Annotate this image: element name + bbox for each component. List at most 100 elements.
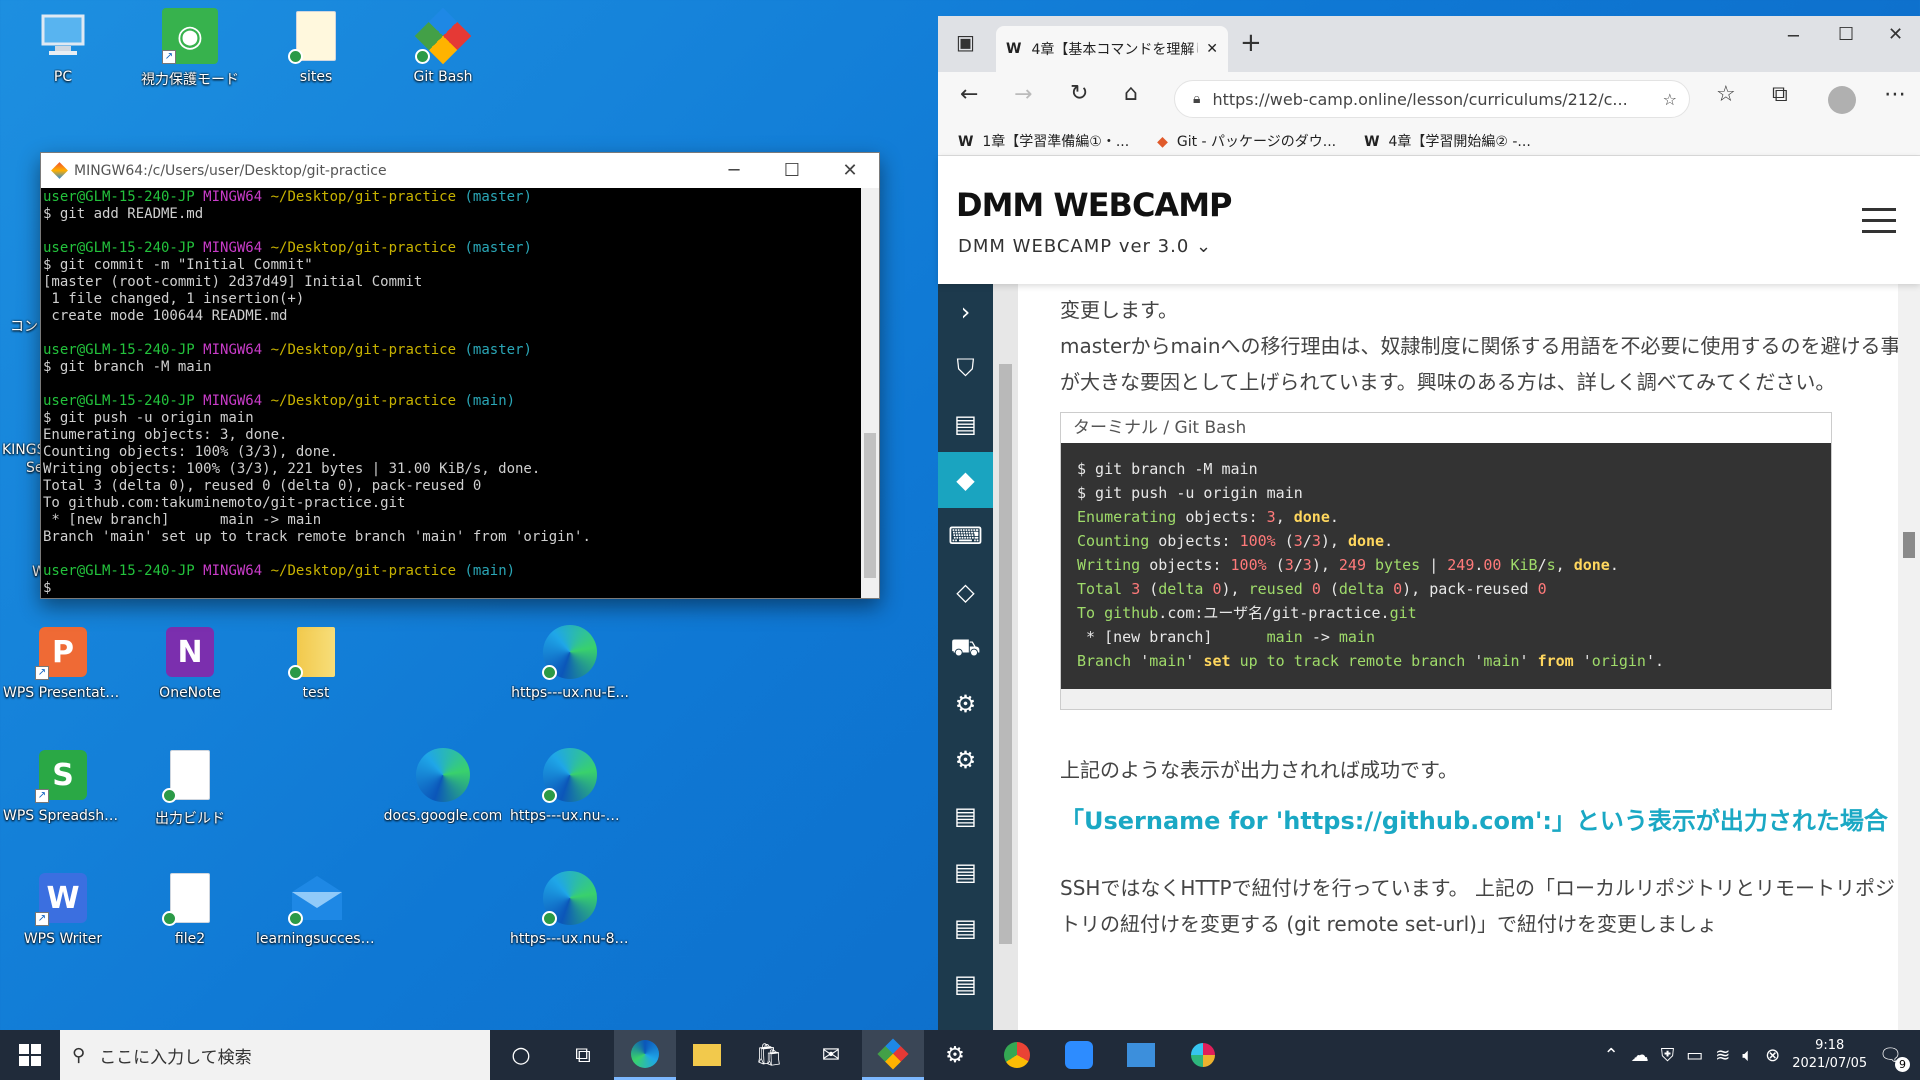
desktop-icon-git-bash[interactable]: Git Bash <box>387 7 499 85</box>
gear-icon[interactable]: ⚙ <box>938 676 993 732</box>
minimize-button[interactable]: ─ <box>705 160 763 181</box>
terminal-line: user@GLM-15-240-JP MINGW64 ~/Desktop/git… <box>43 393 516 409</box>
tab-active[interactable]: W 4章【基本コマンドを理解しよう (リモ- ✕ <box>996 26 1228 72</box>
shield-icon[interactable]: ⛉ <box>938 340 993 396</box>
settings-icon[interactable]: ⚙ <box>924 1030 986 1080</box>
gears-icon[interactable]: ⚙ <box>938 732 993 788</box>
code-icon[interactable]: ⌨ <box>938 508 993 564</box>
article-icon[interactable]: ▤ <box>938 900 993 956</box>
wifi-icon[interactable]: ≋ <box>1715 1045 1730 1066</box>
refresh-button[interactable]: ↻ <box>1070 81 1088 106</box>
chevron-up-icon[interactable]: ⌃ <box>1604 1045 1619 1066</box>
desktop-icon-partial-kings[interactable]: KINGS <box>2 442 46 458</box>
photos-icon[interactable] <box>1110 1030 1172 1080</box>
desktop-icon-learningsuccess[interactable]: learningsuccess... <box>256 870 376 947</box>
taskbar-search[interactable]: ⚲ ここに入力して検索 <box>60 1030 490 1080</box>
file-explorer-icon[interactable] <box>676 1030 738 1080</box>
store-icon[interactable]: 🛍︎ <box>738 1030 800 1080</box>
desktop-icon-onenote[interactable]: N OneNote <box>134 624 246 701</box>
desktop-icon-file2[interactable]: file2 <box>134 870 246 947</box>
add-favorite-icon[interactable]: ☆ <box>1663 90 1677 109</box>
cloud-icon[interactable]: ☁ <box>1631 1045 1649 1066</box>
chrome-icon[interactable] <box>986 1030 1048 1080</box>
window-minimize-button[interactable]: ─ <box>1788 26 1799 47</box>
notification-center-icon[interactable]: 🗨︎ 9 <box>1879 1045 1910 1072</box>
desktop-icon-wps-writer[interactable]: W ↗ WPS Writer <box>7 870 119 947</box>
bookmark-item[interactable]: ◆ Git - パッケージのダウ... <box>1157 131 1336 151</box>
desktop-icon-wps-spreadsheets[interactable]: S ↗ WPS Spreadsheets <box>3 747 123 824</box>
version-selector[interactable]: DMM WEBCAMP ver 3.0 ⌄ <box>958 236 1212 257</box>
profile-avatar[interactable] <box>1828 86 1856 114</box>
cortana-icon[interactable]: ○ <box>490 1030 552 1080</box>
code-content[interactable]: $ git branch -M main $ git push -u origin… <box>1061 443 1831 689</box>
site-logo[interactable]: DMM WEBCAMP <box>956 186 1232 224</box>
new-tab-button[interactable]: + <box>1240 28 1262 58</box>
terminal-titlebar[interactable]: MINGW64:/c/Users/user/Desktop/git-practi… <box>41 153 879 188</box>
security-icon[interactable]: ⛨ <box>1661 1045 1675 1066</box>
clock-time: 9:18 <box>1815 1038 1845 1053</box>
collections-icon[interactable]: ⧉ <box>1772 82 1788 107</box>
slack-icon[interactable] <box>1172 1030 1234 1080</box>
code-line: Branch 'main' set up to track remote bra… <box>1077 652 1665 670</box>
expand-sidebar-icon[interactable]: › <box>938 284 993 340</box>
edge-browser-window: ▣ W 4章【基本コマンドを理解しよう (リモ- ✕ + ─ ☐ ✕ ← → ↻… <box>938 16 1920 1030</box>
code-line: $ git push -u origin main <box>1077 484 1303 502</box>
desktop-icon-wps-presentation[interactable]: P ↗ WPS Presentation <box>3 624 123 701</box>
article-icon[interactable]: ▤ <box>938 844 993 900</box>
maximize-button[interactable]: ☐ <box>763 160 821 181</box>
desktop-icon-eye-protect[interactable]: ◉ ↗ 視力保護モード <box>134 8 246 89</box>
edge-icon <box>542 870 598 926</box>
mail-icon[interactable]: ✉ <box>800 1030 862 1080</box>
favorites-icon[interactable]: ☆ <box>1716 82 1736 107</box>
file-icon <box>162 870 218 926</box>
desktop-icon-edge-link-2[interactable]: https---ux.nu-N4... <box>510 747 630 824</box>
start-button[interactable] <box>0 1030 60 1080</box>
desktop-icon-edge-link-3[interactable]: https---ux.nu-8n... <box>510 870 630 947</box>
wps-spreadsheets-icon: S ↗ <box>35 747 91 803</box>
window-maximize-button[interactable]: ☐ <box>1838 24 1854 45</box>
battery-icon[interactable]: ▭ <box>1686 1045 1703 1066</box>
git-icon: ◆ <box>1157 133 1168 150</box>
url-field[interactable]: 🔒︎ https://web-camp.online/lesson/curric… <box>1174 80 1690 118</box>
terminal-line: $ <box>43 580 60 596</box>
taskbar-git-bash-icon[interactable] <box>862 1030 924 1080</box>
back-button[interactable]: ← <box>960 82 978 107</box>
paragraph: SSHではなくHTTPで紐付けを行っています。 上記の「ローカルリポジトリとリモ… <box>1060 876 1895 936</box>
desktop-icon-test[interactable]: test <box>260 624 372 701</box>
article-icon[interactable]: ▤ <box>938 396 993 452</box>
tab-favicon: W <box>1006 41 1022 57</box>
task-view-icon[interactable]: ⧉ <box>552 1030 614 1080</box>
page-scrollbar[interactable] <box>1898 284 1920 1030</box>
git-bash-window[interactable]: MINGW64:/c/Users/user/Desktop/git-practi… <box>40 152 880 599</box>
code-hscrollbar[interactable] <box>1061 689 1831 709</box>
window-close-button[interactable]: ✕ <box>1888 24 1903 45</box>
article-icon[interactable]: ▤ <box>938 788 993 844</box>
gem-icon[interactable]: ◇ <box>938 564 993 620</box>
desktop-icon-edge-link-1[interactable]: https---ux.nu-E... <box>511 624 629 701</box>
tab-actions-icon[interactable]: ▣ <box>956 30 975 54</box>
bookmark-item[interactable]: W 4章【学習開始編② -... <box>1364 131 1531 151</box>
ime-icon[interactable]: ⊗ <box>1765 1045 1780 1066</box>
terminal-output[interactable]: user@GLM-15-240-JP MINGW64 ~/Desktop/git… <box>41 188 861 598</box>
home-button[interactable]: ⌂ <box>1124 81 1138 106</box>
sidebar-scrollbar[interactable] <box>993 284 1018 1030</box>
desktop-icon-pc[interactable]: PC <box>7 8 119 85</box>
desktop-icon-docs-google[interactable]: docs.google.com <box>384 747 502 824</box>
desktop-icon-sites[interactable]: sites <box>260 8 372 85</box>
volume-icon[interactable]: 🔈︎ <box>1742 1045 1753 1066</box>
close-button[interactable]: ✕ <box>821 160 879 181</box>
taskbar-edge-icon[interactable] <box>614 1030 676 1080</box>
article-icon[interactable]: ▤ <box>938 956 993 1012</box>
zoom-icon[interactable] <box>1048 1030 1110 1080</box>
more-menu-icon[interactable]: ⋯ <box>1884 82 1906 107</box>
desktop-icon-output-build[interactable]: 出力ビルド <box>134 747 246 828</box>
terminal-scrollbar[interactable] <box>861 188 879 598</box>
clock[interactable]: 9:18 2021/07/05 <box>1792 1037 1867 1073</box>
rail-icon[interactable]: ⛟ <box>938 620 993 676</box>
git-icon[interactable]: ◆ <box>938 452 993 508</box>
tab-close-icon[interactable]: ✕ <box>1206 41 1218 57</box>
hamburger-menu-icon[interactable] <box>1862 208 1896 241</box>
bookmark-item[interactable]: W 1章【学習準備編①・... <box>958 131 1129 151</box>
forward-button[interactable]: → <box>1014 82 1032 107</box>
